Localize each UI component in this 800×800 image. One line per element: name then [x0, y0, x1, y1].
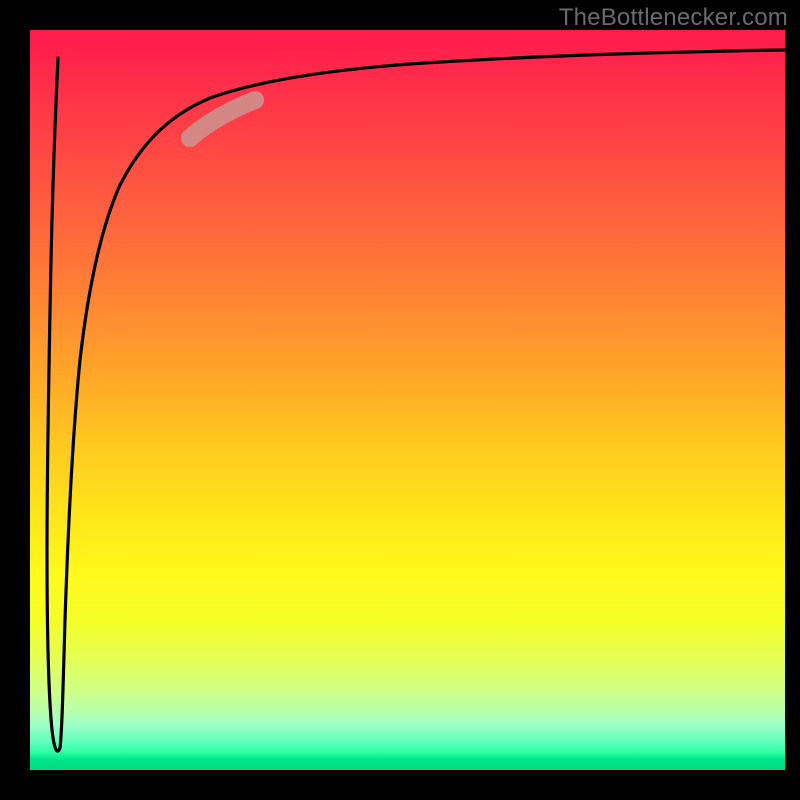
watermark-label: TheBottlenecker.com — [559, 4, 788, 32]
plot-area — [30, 30, 785, 770]
chart-frame: TheBottlenecker.com — [0, 0, 800, 800]
